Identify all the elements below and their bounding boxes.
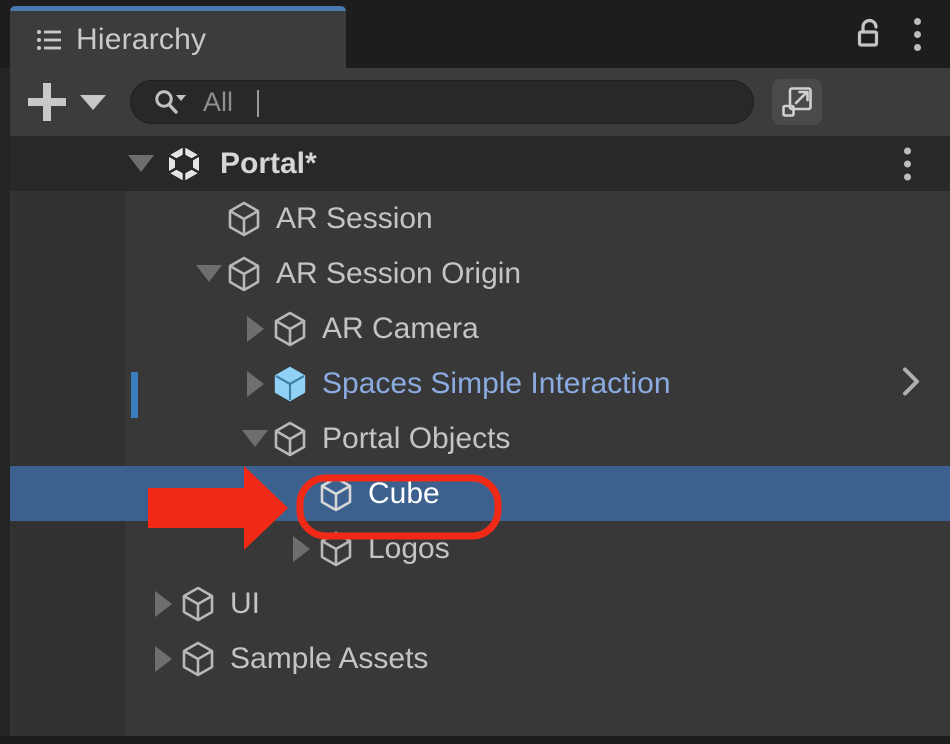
panel-tab-strip: Hierarchy bbox=[0, 0, 950, 68]
search-dropdown-icon bbox=[155, 90, 186, 114]
kebab-menu-icon bbox=[896, 147, 918, 180]
gameobject-cube-icon bbox=[228, 201, 260, 236]
tree-row-label: AR Session bbox=[276, 201, 433, 235]
twisty-collapsed[interactable] bbox=[240, 369, 270, 399]
tree-row-label: UI bbox=[230, 586, 260, 620]
twisty-collapsed[interactable] bbox=[286, 534, 316, 564]
gameobject-cube-icon bbox=[274, 311, 306, 346]
open-in-new-window-icon bbox=[782, 87, 812, 117]
scene-context-menu-button[interactable] bbox=[896, 147, 918, 180]
chevron-right-icon bbox=[903, 367, 919, 395]
unity-editor-screenshot: Hierarchy All Portal* AR Session AR Sess… bbox=[0, 0, 950, 744]
scene-twisty-expanded[interactable] bbox=[126, 149, 156, 179]
tree-row-portal-objects[interactable]: Portal Objects bbox=[10, 411, 950, 466]
tab-label-hierarchy: Hierarchy bbox=[76, 22, 207, 56]
panel-header-actions bbox=[854, 0, 950, 68]
unlocked-padlock-icon bbox=[857, 18, 879, 47]
search-text-caret bbox=[257, 90, 259, 117]
open-prefab-button[interactable] bbox=[898, 364, 924, 403]
create-dropdown-caret-icon[interactable] bbox=[80, 94, 106, 110]
hierarchy-toolbar: All bbox=[10, 68, 950, 136]
hierarchy-list-icon bbox=[37, 29, 61, 50]
prefab-cube-icon bbox=[274, 366, 306, 401]
tree-row-ui[interactable]: UI bbox=[10, 576, 950, 631]
tree-row-label: Cube bbox=[368, 476, 440, 510]
lock-toggle-button[interactable] bbox=[854, 17, 884, 51]
twisty-expanded[interactable] bbox=[194, 259, 224, 289]
tree-row-ar-camera[interactable]: AR Camera bbox=[10, 301, 950, 356]
create-gameobject-button[interactable] bbox=[28, 83, 66, 121]
tree-row-sample-assets[interactable]: Sample Assets bbox=[10, 631, 950, 686]
window-bottom-edge bbox=[0, 736, 950, 744]
search-input[interactable]: All bbox=[130, 80, 754, 124]
tree-row-ar-session-origin[interactable]: AR Session Origin bbox=[10, 246, 950, 301]
tree-row-spaces-simple-interaction[interactable]: Spaces Simple Interaction bbox=[10, 356, 950, 411]
tree-row-label: AR Session Origin bbox=[276, 256, 522, 290]
twisty-collapsed[interactable] bbox=[148, 589, 178, 619]
tree-row-label: Spaces Simple Interaction bbox=[322, 366, 671, 400]
gameobject-cube-icon bbox=[228, 256, 260, 291]
gameobject-cube-icon bbox=[182, 641, 214, 676]
scene-root-row[interactable]: Portal* bbox=[10, 136, 950, 191]
gameobject-cube-icon bbox=[182, 586, 214, 621]
open-in-new-window-button[interactable] bbox=[772, 79, 822, 125]
panel-menu-button[interactable] bbox=[906, 17, 928, 51]
tree-row-logos[interactable]: Logos bbox=[10, 521, 950, 576]
tree-row-label: Logos bbox=[368, 531, 450, 565]
tab-hierarchy[interactable]: Hierarchy bbox=[10, 6, 346, 68]
gameobject-cube-icon bbox=[320, 531, 352, 566]
tree-rows-container: AR Session AR Session Origin AR Camera S… bbox=[10, 191, 950, 686]
window-left-edge bbox=[0, 68, 10, 744]
tree-drop-marker bbox=[131, 372, 138, 418]
tree-row-ar-session[interactable]: AR Session bbox=[10, 191, 950, 246]
tree-row-label: Sample Assets bbox=[230, 641, 429, 675]
scene-name-label: Portal* bbox=[220, 146, 317, 180]
hierarchy-tree-panel: Portal* AR Session AR Session Origin AR … bbox=[10, 136, 950, 736]
twisty-collapsed[interactable] bbox=[240, 314, 270, 344]
gameobject-cube-icon bbox=[274, 421, 306, 456]
tree-row-label: Portal Objects bbox=[322, 421, 511, 455]
unity-scene-icon bbox=[168, 146, 200, 181]
kebab-menu-icon bbox=[906, 17, 928, 51]
twisty-expanded[interactable] bbox=[240, 424, 270, 454]
gameobject-cube-icon bbox=[320, 476, 352, 511]
tree-row-cube[interactable]: Cube bbox=[10, 466, 950, 521]
tree-row-label: AR Camera bbox=[322, 311, 479, 345]
search-placeholder: All bbox=[203, 86, 234, 117]
twisty-collapsed[interactable] bbox=[148, 644, 178, 674]
